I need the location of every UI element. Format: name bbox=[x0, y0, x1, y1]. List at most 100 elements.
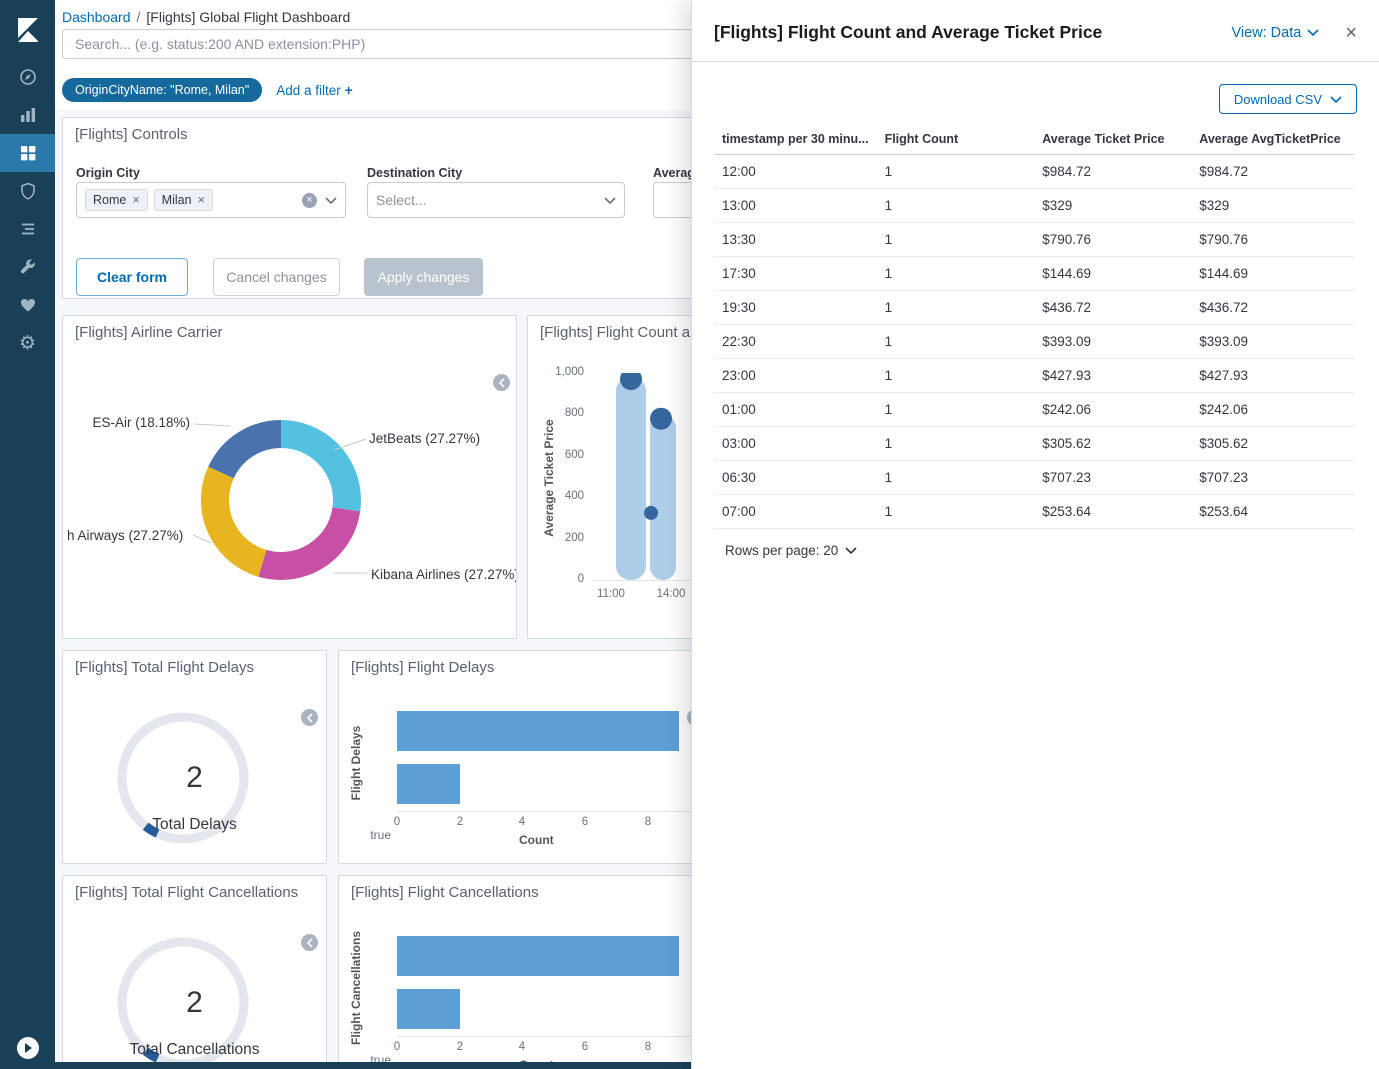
bar-chart-icon bbox=[19, 106, 37, 124]
origin-city-label: Origin City bbox=[76, 166, 140, 180]
data-flyout: [Flights] Flight Count and Average Ticke… bbox=[691, 0, 1379, 1069]
panel-title: [Flights] Airline Carrier bbox=[75, 324, 223, 341]
cancel-changes-button[interactable]: Cancel changes bbox=[213, 258, 340, 296]
remove-tag-icon[interactable]: × bbox=[198, 193, 205, 207]
chevron-down-icon bbox=[845, 547, 857, 554]
sidebar-item-security[interactable] bbox=[0, 172, 55, 210]
flyout-table-body: 12:001$984.72$984.7213:001$329$32913:301… bbox=[714, 155, 1354, 529]
origin-city-combobox[interactable]: Rome× Milan× × bbox=[76, 182, 346, 218]
chevron-down-icon bbox=[604, 197, 616, 204]
select-placeholder: Select... bbox=[376, 192, 427, 208]
apply-changes-button[interactable]: Apply changes bbox=[364, 258, 483, 296]
clear-form-button[interactable]: Clear form bbox=[76, 258, 188, 296]
breadcrumb-separator: / bbox=[137, 9, 141, 25]
table-row: 01:001$242.06$242.06 bbox=[714, 393, 1354, 427]
bar-cancellations-false[interactable] bbox=[397, 936, 679, 976]
destination-city-combobox[interactable]: Select... bbox=[367, 182, 625, 218]
page-title: [Flights] Global Flight Dashboard bbox=[146, 9, 350, 25]
heart-pulse-icon bbox=[19, 296, 37, 314]
panel-total-flight-cancellations: [Flights] Total Flight Cancellations 2 T… bbox=[62, 875, 327, 1069]
table-row: 22:301$393.09$393.09 bbox=[714, 325, 1354, 359]
donut-label-kibana-airlines[interactable]: Kibana Airlines (27.27%) bbox=[371, 567, 517, 582]
legend-toggle-icon[interactable] bbox=[493, 374, 510, 391]
bar-cancellations-true[interactable] bbox=[397, 989, 460, 1029]
chevron-down-icon bbox=[1307, 29, 1319, 36]
panel-title: [Flights] Total Flight Delays bbox=[75, 659, 254, 676]
column-header-avg-ticket-price[interactable]: Average Ticket Price bbox=[1034, 126, 1191, 155]
gauge-value: 2 bbox=[63, 986, 326, 1020]
table-row: 07:001$253.64$253.64 bbox=[714, 495, 1354, 529]
panel-title: [Flights] Flight Cancellations bbox=[351, 884, 539, 901]
sidebar-item-devtools[interactable] bbox=[0, 248, 55, 286]
gauge-value: 2 bbox=[63, 761, 326, 795]
panel-airline-carrier: [Flights] Airline Carrier ES-Air (18.18%… bbox=[62, 315, 517, 639]
chevron-down-icon bbox=[1330, 96, 1342, 103]
table-row: 17:301$144.69$144.69 bbox=[714, 257, 1354, 291]
bar-delays-true[interactable] bbox=[397, 764, 460, 804]
gear-icon: ⚙ bbox=[19, 334, 36, 353]
wrench-icon bbox=[19, 258, 37, 276]
panel-title: [Flights] Controls bbox=[75, 126, 188, 143]
sidebar-item-monitoring[interactable] bbox=[0, 286, 55, 324]
flyout-header: [Flights] Flight Count and Average Ticke… bbox=[692, 0, 1379, 62]
column-header-flight-count[interactable]: Flight Count bbox=[877, 126, 1035, 155]
filter-pill[interactable]: OriginCityName: "Rome, Milan" bbox=[62, 78, 262, 102]
bar-delays-false[interactable] bbox=[397, 711, 679, 751]
table-row: 13:301$790.76$790.76 bbox=[714, 223, 1354, 257]
plus-icon: + bbox=[345, 83, 353, 98]
panel-title: [Flights] Flight Delays bbox=[351, 659, 494, 676]
view-data-toggle[interactable]: View: Data bbox=[1231, 25, 1319, 41]
flyout-title: [Flights] Flight Count and Average Ticke… bbox=[714, 22, 1102, 43]
sidebar-item-discover[interactable] bbox=[0, 58, 55, 96]
panel-total-flight-delays: [Flights] Total Flight Delays 2 Total De… bbox=[62, 650, 327, 864]
category-label-true: true bbox=[367, 828, 391, 842]
gauge-label: Total Cancellations bbox=[63, 1041, 326, 1059]
app-window: ⚙ Dashboard / [Flights] Global Flight Dash… bbox=[0, 0, 1379, 1069]
compass-icon bbox=[19, 68, 37, 86]
clear-selection-icon[interactable]: × bbox=[302, 193, 317, 208]
bubble-13-00[interactable] bbox=[644, 506, 658, 520]
sidebar-item-dashboard[interactable] bbox=[0, 134, 55, 172]
airline-carrier-donut[interactable] bbox=[193, 412, 369, 588]
remove-tag-icon[interactable]: × bbox=[132, 193, 139, 207]
sidebar-item-visualize[interactable] bbox=[0, 96, 55, 134]
shield-icon bbox=[19, 182, 37, 200]
breadcrumb-dashboard-link[interactable]: Dashboard bbox=[62, 9, 131, 25]
table-row: 06:301$707.23$707.23 bbox=[714, 461, 1354, 495]
breadcrumb: Dashboard / [Flights] Global Flight Dashbo… bbox=[62, 9, 350, 25]
x-axis-label: Count bbox=[519, 833, 554, 847]
sidebar: ⚙ bbox=[0, 0, 55, 1069]
table-row: 03:001$305.62$305.62 bbox=[714, 427, 1354, 461]
sidebar-item-logs[interactable] bbox=[0, 210, 55, 248]
kibana-logo-icon bbox=[14, 15, 42, 43]
kibana-logo[interactable] bbox=[0, 0, 55, 58]
add-filter-button[interactable]: Add a filter+ bbox=[276, 83, 352, 98]
dashboard-icon bbox=[19, 144, 37, 162]
y-axis-label: Flight Delays bbox=[349, 718, 363, 808]
rows-per-page-control[interactable]: Rows per page: 20 bbox=[725, 543, 857, 558]
table-header-row: timestamp per 30 minu... Flight Count Av… bbox=[714, 126, 1354, 155]
bubble-13-30[interactable] bbox=[650, 408, 672, 430]
table-row: 23:001$427.93$427.93 bbox=[714, 359, 1354, 393]
chevron-down-icon bbox=[325, 197, 337, 204]
flight-delays-plot bbox=[397, 711, 697, 812]
donut-label-es-air[interactable]: ES-Air (18.18%) bbox=[63, 415, 190, 430]
legend-toggle-icon[interactable] bbox=[301, 709, 318, 726]
sidebar-item-management[interactable]: ⚙ bbox=[0, 324, 55, 362]
column-header-timestamp[interactable]: timestamp per 30 minu... bbox=[714, 126, 877, 155]
close-icon[interactable]: × bbox=[1345, 23, 1357, 43]
flight-count-data-table: timestamp per 30 minu... Flight Count Av… bbox=[714, 126, 1354, 529]
collapse-nav-button[interactable] bbox=[0, 1037, 55, 1059]
donut-label-logstash-airways[interactable]: h Airways (27.27%) bbox=[67, 528, 183, 543]
panel-title: [Flights] Total Flight Cancellations bbox=[75, 884, 298, 901]
donut-label-jetbeats[interactable]: JetBeats (27.27%) bbox=[369, 431, 480, 446]
column-header-avg-avgticketprice[interactable]: Average AvgTicketPrice bbox=[1191, 126, 1354, 155]
download-csv-button[interactable]: Download CSV bbox=[1219, 84, 1357, 114]
filter-bar: OriginCityName: "Rome, Milan" Add a filt… bbox=[62, 78, 353, 102]
legend-toggle-icon[interactable] bbox=[301, 934, 318, 951]
y-axis-label: Flight Cancellations bbox=[349, 929, 363, 1047]
x-axis-tick: 11:00 bbox=[597, 588, 625, 600]
flight-cancellations-plot bbox=[397, 936, 697, 1037]
average-ticket-price-label: Averag bbox=[653, 166, 695, 180]
y-axis-ticks: 1,0008006004002000 bbox=[528, 366, 584, 585]
